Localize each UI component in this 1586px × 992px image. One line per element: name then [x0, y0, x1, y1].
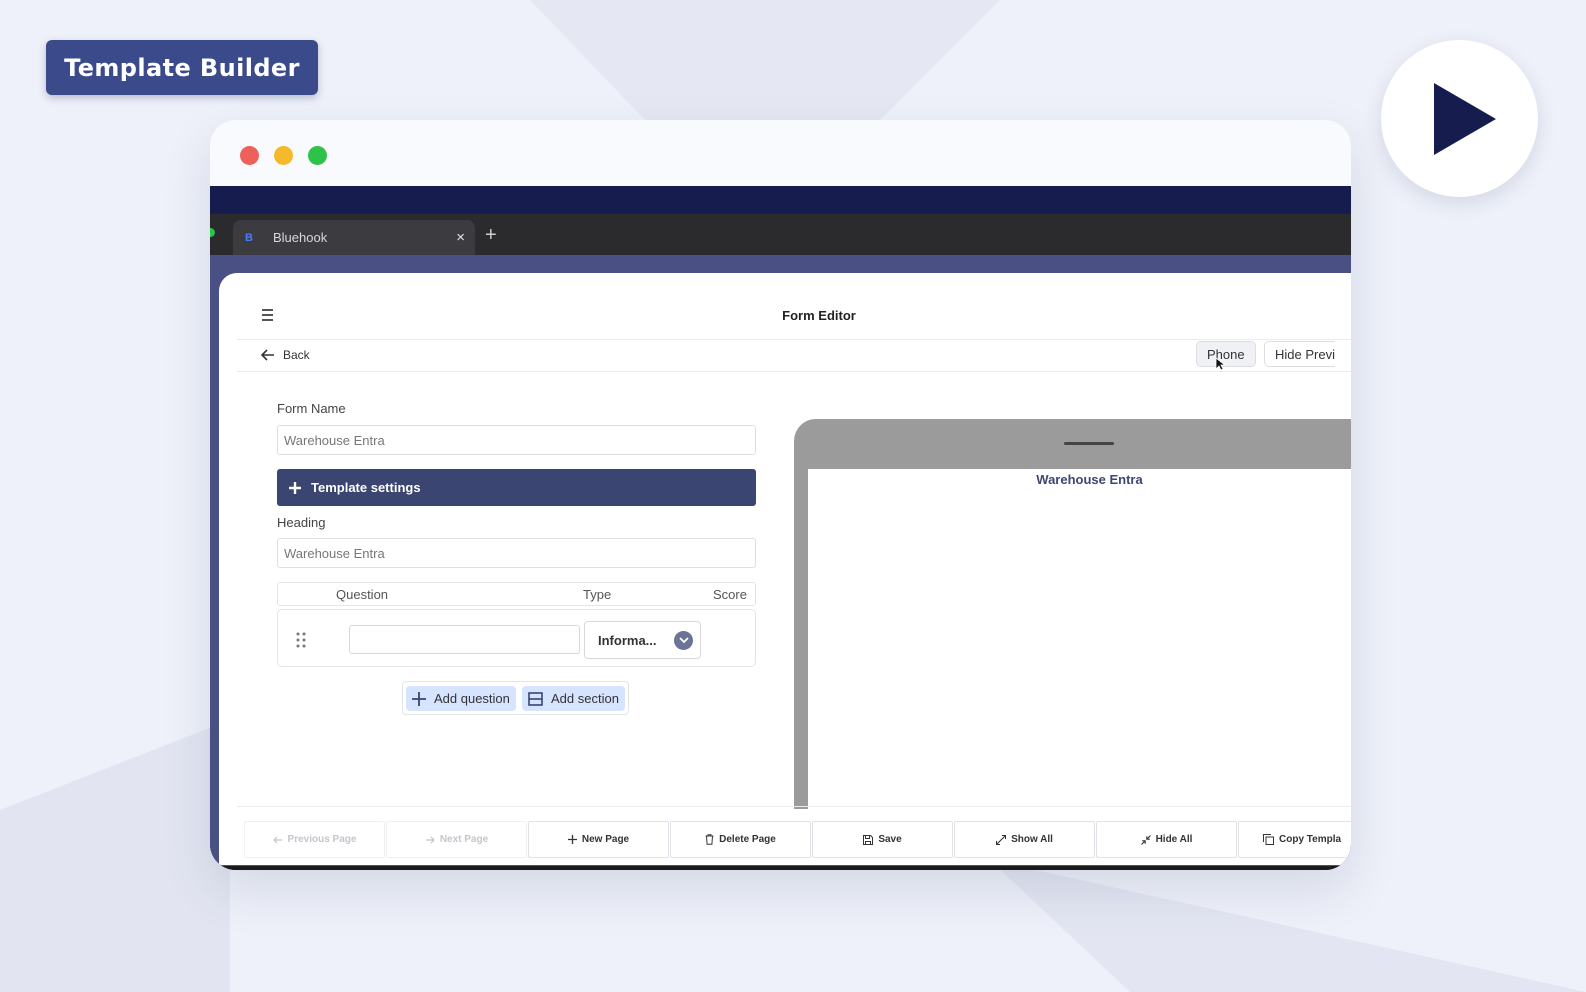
form-editor-app: Form Editor Back Phone Hide Previ Form N… — [219, 273, 1351, 865]
show-all-label: Show All — [1011, 834, 1053, 845]
type-column-header: Type — [583, 587, 612, 602]
copy-icon — [1263, 834, 1274, 845]
window-close-dot[interactable] — [240, 146, 259, 165]
hide-preview-button[interactable]: Hide Previ — [1264, 341, 1335, 367]
template-settings-button[interactable]: Template settings — [277, 469, 756, 506]
hide-all-button[interactable]: Hide All — [1096, 821, 1237, 858]
hide-all-label: Hide All — [1155, 834, 1193, 845]
back-button[interactable]: Back — [261, 348, 310, 362]
chevron-down-icon — [674, 631, 693, 650]
phone-preview-screen: Warehouse Entra — [808, 469, 1351, 809]
collapse-icon — [1140, 834, 1151, 845]
play-icon — [1433, 82, 1496, 155]
favicon-icon: B — [245, 231, 253, 244]
expand-icon — [996, 834, 1007, 845]
save-label: Save — [878, 834, 902, 845]
score-column-header: Score — [713, 587, 747, 602]
page-title: Form Editor — [782, 308, 856, 323]
trash-icon — [705, 834, 714, 845]
arrow-left-icon — [272, 836, 282, 843]
tab-title: Bluehook — [273, 230, 328, 245]
toolbar-divider — [237, 371, 1351, 372]
footer-toolbar: Previous Page Next Page New Page Delete … — [237, 806, 1351, 865]
new-tab-icon[interactable]: + — [485, 224, 497, 247]
new-page-button[interactable]: New Page — [528, 821, 669, 858]
arrow-left-icon — [261, 349, 274, 361]
browser-tab-bar: B Bluehook × + — [210, 214, 1351, 255]
question-table-header: Question Type Score — [277, 582, 756, 606]
tab-close-icon[interactable]: × — [456, 229, 465, 246]
window-maximize-dot[interactable] — [308, 146, 327, 165]
app-window: B Bluehook × + Form Editor Back Phone Hi… — [210, 120, 1351, 870]
question-type-select[interactable]: Informa... — [584, 621, 701, 659]
add-section-button[interactable]: Add section — [522, 686, 625, 711]
question-row: Informa... — [277, 609, 756, 667]
plus-icon — [412, 691, 426, 706]
add-buttons-group: Add question Add section — [402, 681, 629, 715]
browser-tab[interactable]: B Bluehook × — [233, 220, 475, 255]
arrow-right-icon — [425, 836, 435, 843]
badge-label: Template Builder — [64, 53, 300, 82]
template-settings-label: Template settings — [311, 480, 421, 495]
save-icon — [863, 834, 874, 845]
show-all-button[interactable]: Show All — [954, 821, 1095, 858]
window-minimize-dot[interactable] — [274, 146, 293, 165]
add-section-label: Add section — [551, 691, 619, 706]
phone-preview: Warehouse Entra — [794, 419, 1351, 809]
save-button[interactable]: Save — [812, 821, 953, 858]
screen-recording: B Bluehook × + Form Editor Back Phone Hi… — [210, 186, 1351, 870]
back-label: Back — [283, 348, 310, 362]
delete-page-button[interactable]: Delete Page — [670, 821, 811, 858]
browser-dot — [210, 228, 215, 237]
add-question-button[interactable]: Add question — [406, 686, 516, 711]
question-input[interactable] — [349, 625, 580, 654]
question-type-value: Informa... — [598, 632, 657, 648]
phone-notch — [1064, 442, 1114, 445]
copy-template-label: Copy Templa — [1279, 834, 1342, 845]
delete-page-label: Delete Page — [719, 834, 776, 845]
screen-bottom-edge — [210, 866, 1351, 870]
phone-label: Phone — [1207, 346, 1245, 362]
play-button[interactable] — [1381, 40, 1538, 197]
next-page-label: Next Page — [439, 834, 489, 845]
template-builder-badge: Template Builder — [46, 40, 318, 95]
preview-title: Warehouse Entra — [1036, 472, 1143, 487]
plus-icon — [289, 481, 301, 494]
phone-button[interactable]: Phone — [1196, 341, 1256, 367]
hide-preview-label: Hide Previ — [1275, 346, 1335, 362]
form-name-input[interactable]: Warehouse Entra — [277, 425, 756, 455]
previous-page-label: Previous Page — [287, 834, 357, 845]
form-name-label: Form Name — [277, 401, 346, 416]
heading-input[interactable]: Warehouse Entra — [277, 538, 756, 568]
header-divider — [237, 339, 1351, 340]
copy-template-button[interactable]: Copy Templa — [1238, 821, 1351, 858]
plus-icon — [567, 835, 577, 844]
previous-page-button[interactable]: Previous Page — [244, 821, 385, 858]
heading-label: Heading — [277, 515, 326, 530]
add-question-label: Add question — [434, 691, 510, 706]
new-page-label: New Page — [581, 834, 630, 845]
question-column-header: Question — [336, 587, 389, 602]
cursor-icon — [1215, 357, 1225, 371]
drag-handle-icon[interactable] — [296, 632, 306, 648]
section-icon — [528, 691, 543, 706]
next-page-button[interactable]: Next Page — [386, 821, 527, 858]
